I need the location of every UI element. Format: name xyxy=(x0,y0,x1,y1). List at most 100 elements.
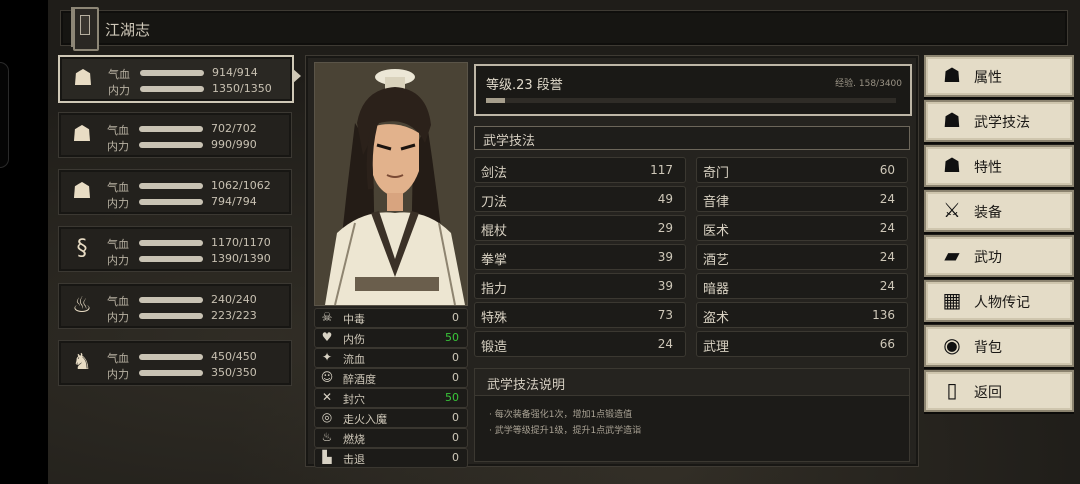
party-member-card[interactable]: ☗ 气血 702/702 内力 990/990 xyxy=(58,112,292,158)
menu-button[interactable]: ⚔ 装备 xyxy=(924,190,1074,232)
skill-name: 盗术 xyxy=(703,311,730,326)
skill-row[interactable]: 剑法 117 xyxy=(474,157,686,183)
menu-button[interactable]: ◉ 背包 xyxy=(924,325,1074,367)
party-member-card[interactable]: ☗ 气血 914/914 内力 1350/1350 xyxy=(58,55,294,103)
skill-name: 刀法 xyxy=(481,195,508,210)
party-member-card[interactable]: ☗ 气血 1062/1062 内力 794/794 xyxy=(58,169,292,215)
hp-value: 914/914 xyxy=(212,66,258,79)
level-name: 等级.23 段誉 xyxy=(486,78,563,93)
goose-avatar-icon: ♨ xyxy=(72,293,92,318)
knockback-icon: ▙ xyxy=(322,450,332,464)
skill-value: 29 xyxy=(657,221,673,235)
snake-avatar-icon: § xyxy=(76,236,88,261)
menu-button[interactable]: ▯ 返回 xyxy=(924,370,1074,412)
mp-bar-fill xyxy=(139,370,203,376)
mp-value: 350/350 xyxy=(211,366,257,379)
menu-button-label: 返回 xyxy=(974,385,1002,401)
skill-row[interactable]: 音律 24 xyxy=(696,186,908,212)
description-header: 武学技法说明 xyxy=(475,369,909,396)
status-label: 击退 xyxy=(343,453,365,466)
skill-row[interactable]: 指力 39 xyxy=(474,273,686,299)
description-line: · 武学等级提升1级，提升1点武学造诣 xyxy=(489,426,642,436)
portrait-illustration xyxy=(315,63,467,305)
skill-value: 24 xyxy=(879,279,895,293)
mp-bar-fill xyxy=(139,256,203,262)
skills-title-text: 武学技法 xyxy=(483,134,536,149)
hp-bar-fill xyxy=(140,70,204,76)
hp-label: 气血 xyxy=(107,295,129,308)
menu-button[interactable]: ▰ 武功 xyxy=(924,235,1074,277)
status-value: 0 xyxy=(452,451,459,464)
skill-name: 音律 xyxy=(703,195,730,210)
blood-drop-icon: ✦ xyxy=(321,350,333,364)
skill-value: 39 xyxy=(657,250,673,264)
drunk-face-icon: ☺ xyxy=(320,370,334,384)
skill-name: 酒艺 xyxy=(703,253,730,268)
sword-icon: ⚔ xyxy=(943,198,961,222)
hp-value: 702/702 xyxy=(211,122,257,135)
party-member-card[interactable]: § 气血 1170/1170 内力 1390/1390 xyxy=(58,226,292,272)
skill-row[interactable]: 暗器 24 xyxy=(696,273,908,299)
monk-avatar-icon: ☗ xyxy=(72,122,92,147)
skill-row[interactable]: 刀法 49 xyxy=(474,186,686,212)
person-icon: ☗ xyxy=(943,63,961,87)
skill-name: 棍杖 xyxy=(481,224,508,239)
skill-row[interactable]: 酒艺 24 xyxy=(696,244,908,270)
girl-avatar-icon: ☗ xyxy=(72,179,92,204)
skill-row[interactable]: 医术 24 xyxy=(696,215,908,241)
party-member-card[interactable]: ♞ 气血 450/450 内力 350/350 xyxy=(58,340,292,386)
side-notch xyxy=(0,62,9,168)
menu-button-label: 武功 xyxy=(974,250,1002,266)
status-value: 0 xyxy=(452,311,459,324)
skill-row[interactable]: 拳掌 39 xyxy=(474,244,686,270)
skill-value: 49 xyxy=(657,192,673,206)
active-member-arrow-icon xyxy=(292,68,301,84)
flame-icon: ♨ xyxy=(321,430,333,444)
hp-value: 1170/1170 xyxy=(211,236,271,249)
mp-bar-fill xyxy=(139,313,203,319)
mp-value: 223/223 xyxy=(211,309,257,322)
mp-bar-fill xyxy=(140,86,204,92)
skill-value: 60 xyxy=(879,163,895,177)
skill-value: 66 xyxy=(879,337,895,351)
status-value: 50 xyxy=(445,331,459,344)
menu-button[interactable]: ☗ 武学技法 xyxy=(924,100,1074,142)
skill-name: 锻造 xyxy=(481,340,508,355)
mp-bar xyxy=(139,256,203,262)
mp-bar xyxy=(139,199,203,205)
skill-name: 暗器 xyxy=(703,282,730,297)
hp-bar xyxy=(140,70,204,76)
menu-button[interactable]: ☗ 属性 xyxy=(924,55,1074,97)
hp-bar-fill xyxy=(139,126,203,132)
status-label: 封穴 xyxy=(343,393,365,406)
skill-row[interactable]: 武理 66 xyxy=(696,331,908,357)
menu-button-label: 属性 xyxy=(974,70,1002,86)
hp-value: 1062/1062 xyxy=(211,179,271,192)
mp-bar xyxy=(139,313,203,319)
status-label: 流血 xyxy=(343,353,365,366)
party-member-card[interactable]: ♨ 气血 240/240 内力 223/223 xyxy=(58,283,292,329)
bag-icon: ◉ xyxy=(943,333,961,357)
hp-bar xyxy=(139,297,203,303)
mp-label: 内力 xyxy=(107,197,129,210)
level-box: 等级.23 段誉 经验. 158/3400 xyxy=(474,64,912,116)
status-label: 中毒 xyxy=(343,313,365,326)
hp-bar xyxy=(139,183,203,189)
mp-label: 内力 xyxy=(108,84,130,97)
mp-bar-fill xyxy=(139,142,203,148)
menu-button[interactable]: ☗ 特性 xyxy=(924,145,1074,187)
status-row: ✦ 流血 0 xyxy=(314,348,468,368)
experience-bar-fill xyxy=(486,98,505,103)
skill-row[interactable]: 特殊 73 xyxy=(474,302,686,328)
skill-name: 指力 xyxy=(481,282,508,297)
page-title: 江湖志 xyxy=(105,21,151,39)
qi-deviation-icon: ◎ xyxy=(321,410,333,424)
skill-row[interactable]: 棍杖 29 xyxy=(474,215,686,241)
menu-button[interactable]: ▦ 人物传记 xyxy=(924,280,1074,322)
skill-row[interactable]: 盗术 136 xyxy=(696,302,908,328)
skill-row[interactable]: 奇门 60 xyxy=(696,157,908,183)
hp-label: 气血 xyxy=(107,124,129,137)
menu-button-label: 背包 xyxy=(974,340,1002,356)
skill-row[interactable]: 锻造 24 xyxy=(474,331,686,357)
pressure-point-icon: ✕ xyxy=(321,390,333,404)
